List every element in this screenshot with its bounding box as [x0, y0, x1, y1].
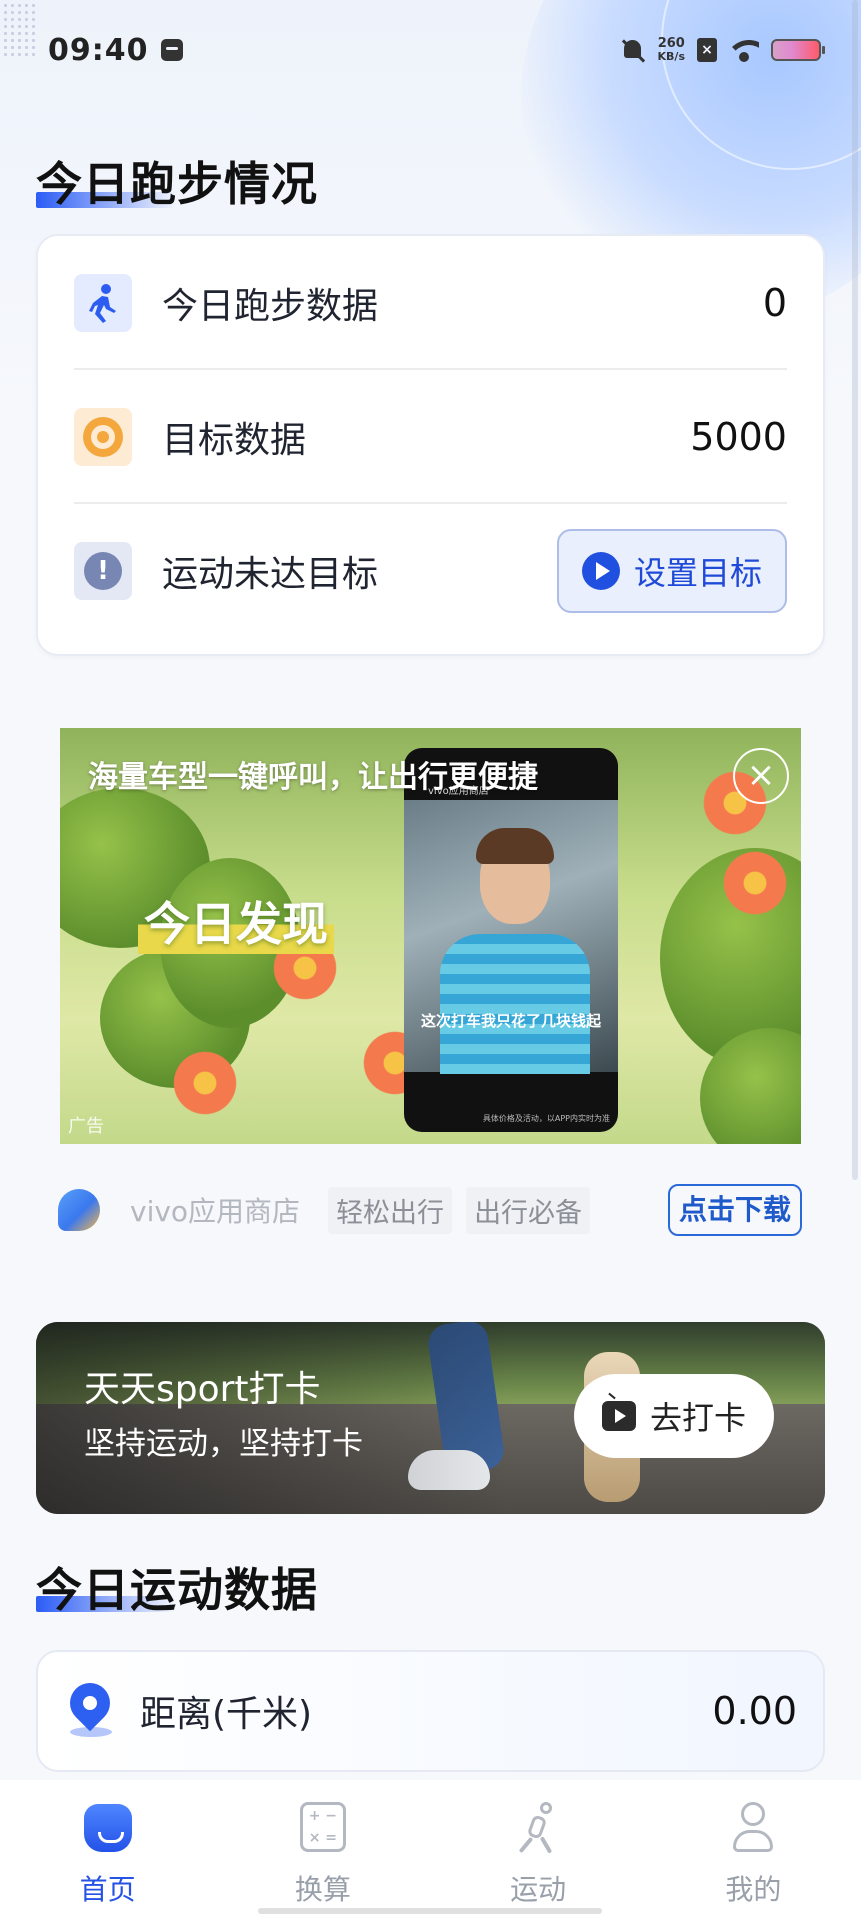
checkin-button[interactable]: 去打卡 [574, 1374, 774, 1458]
target-icon [74, 408, 132, 466]
alert-icon: ! [74, 542, 132, 600]
runner-icon [510, 1800, 566, 1856]
checkin-title: 天天sport打卡 [84, 1369, 321, 1410]
wifi-icon [729, 38, 759, 62]
ad-banner[interactable]: 今日发现 vivo应用商店 这次打车我只花了几块钱起 具体价格及活动，以APP内… [60, 728, 801, 1144]
ad-discover-text: 今日发现 [138, 888, 334, 954]
goal-status-row: ! 运动未达目标 设置目标 [74, 504, 787, 638]
battery-icon [771, 39, 825, 61]
status-time: 09:40 [48, 32, 149, 68]
location-pin-icon [61, 1674, 119, 1739]
download-button[interactable]: 点击下载 [668, 1184, 802, 1236]
checkin-banner[interactable]: 天天sport打卡 坚持运动，坚持打卡 去打卡 [36, 1322, 825, 1514]
distance-value: 0.00 [712, 1689, 797, 1733]
close-icon[interactable]: × [733, 748, 789, 804]
status-bar: 09:40 260 KB/s × [0, 0, 861, 100]
ad-source-bar: vivo应用商店 轻松出行 出行必备 点击下载 [58, 1184, 802, 1236]
ad-tag-chip: 出行必备 [466, 1186, 591, 1234]
ad-video-caption: 这次打车我只花了几块钱起 [420, 1012, 601, 1030]
sport-section-title: 今日运动数据 [36, 1563, 318, 1617]
network-speed: 260 KB/s [658, 37, 685, 63]
message-notification-icon [160, 39, 183, 61]
store-name: vivo应用商店 [130, 1195, 301, 1228]
set-goal-label: 设置目标 [633, 554, 762, 592]
home-indicator[interactable] [258, 1908, 602, 1914]
tab-profile[interactable]: 我的 [646, 1780, 861, 1920]
tab-label: 我的 [725, 1873, 782, 1906]
target-value: 5000 [690, 415, 787, 459]
mute-bell-icon [620, 37, 646, 63]
tab-label: 换算 [294, 1873, 351, 1906]
scrollbar[interactable] [852, 0, 858, 1180]
target-label: 目标数据 [162, 420, 307, 461]
play-icon [581, 552, 620, 590]
network-speed-value: 260 [657, 36, 685, 51]
distance-label: 距离(千米) [140, 1694, 313, 1735]
no-sim-icon: × [697, 38, 717, 62]
runner-icon [74, 274, 132, 332]
tab-label: 运动 [510, 1873, 567, 1906]
checkin-button-label: 去打卡 [649, 1399, 746, 1437]
calculator-icon: + − × = [295, 1800, 351, 1856]
video-icon [601, 1401, 636, 1431]
today-run-label: 今日跑步数据 [162, 286, 379, 327]
distance-card: 距离(千米) 0.00 [36, 1650, 825, 1772]
running-summary-card: 今日跑步数据 0 目标数据 5000 ! 运动未达目标 设置目标 [36, 234, 825, 656]
app-store-logo-icon [58, 1189, 100, 1231]
target-row: 目标数据 5000 [74, 370, 787, 504]
tab-home[interactable]: 首页 [0, 1780, 215, 1920]
network-speed-unit: KB/s [657, 50, 685, 63]
home-icon [80, 1800, 136, 1856]
tab-convert[interactable]: + − × = 换算 [215, 1780, 430, 1920]
ad-tag: 广告 [68, 1116, 104, 1137]
tab-label: 首页 [79, 1873, 136, 1906]
dots-decoration [2, 2, 36, 58]
bottom-tab-bar: 首页 + − × = 换算 运动 我的 [0, 1780, 861, 1920]
today-run-row: 今日跑步数据 0 [74, 236, 787, 370]
ad-tag-chip: 轻松出行 [328, 1186, 453, 1234]
ad-headline: 海量车型一键呼叫，让出行更便捷 [88, 760, 538, 795]
set-goal-button[interactable]: 设置目标 [557, 529, 787, 613]
profile-icon [725, 1800, 781, 1856]
today-run-value: 0 [762, 281, 787, 325]
goal-status-label: 运动未达目标 [162, 554, 379, 595]
running-section-title: 今日跑步情况 [36, 157, 318, 211]
tab-sport[interactable]: 运动 [431, 1780, 646, 1920]
checkin-subtitle: 坚持运动，坚持打卡 [84, 1426, 363, 1462]
ad-video[interactable]: vivo应用商店 这次打车我只花了几块钱起 具体价格及活动，以APP内实时为准 [404, 748, 618, 1132]
